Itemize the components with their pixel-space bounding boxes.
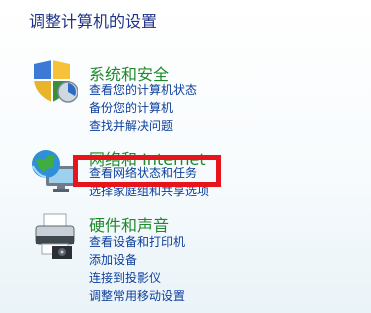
link-connect-projector[interactable]: 连接到投影仪 — [89, 269, 185, 287]
link-homegroup-sharing[interactable]: 选择家庭组和共享选项 — [89, 182, 209, 200]
shield-icon[interactable] — [30, 58, 78, 106]
page-title: 调整计算机的设置 — [29, 12, 158, 31]
link-find-fix-problems[interactable]: 查找并解决问题 — [89, 117, 197, 135]
category-system-security: 系统和安全 查看您的计算机状态 备份您的计算机 查找并解决问题 — [0, 58, 371, 138]
category-hardware-sound: 硬件和声音 查看设备和打印机 添加设备 连接到投影仪 调整常用移动设置 — [0, 212, 371, 312]
link-view-network-status[interactable]: 查看网络状态和任务 — [89, 164, 209, 182]
link-view-computer-status[interactable]: 查看您的计算机状态 — [89, 81, 197, 99]
link-backup-computer[interactable]: 备份您的计算机 — [89, 99, 197, 117]
link-adjust-mobility-settings[interactable]: 调整常用移动设置 — [89, 287, 185, 305]
category-network-internet: 网络和 Internet 查看网络状态和任务 选择家庭组和共享选项 — [0, 146, 371, 206]
link-add-device[interactable]: 添加设备 — [89, 251, 185, 269]
network-globe-icon[interactable] — [30, 146, 78, 194]
printer-icon[interactable] — [30, 212, 78, 260]
link-view-devices-printers[interactable]: 查看设备和打印机 — [89, 233, 185, 251]
